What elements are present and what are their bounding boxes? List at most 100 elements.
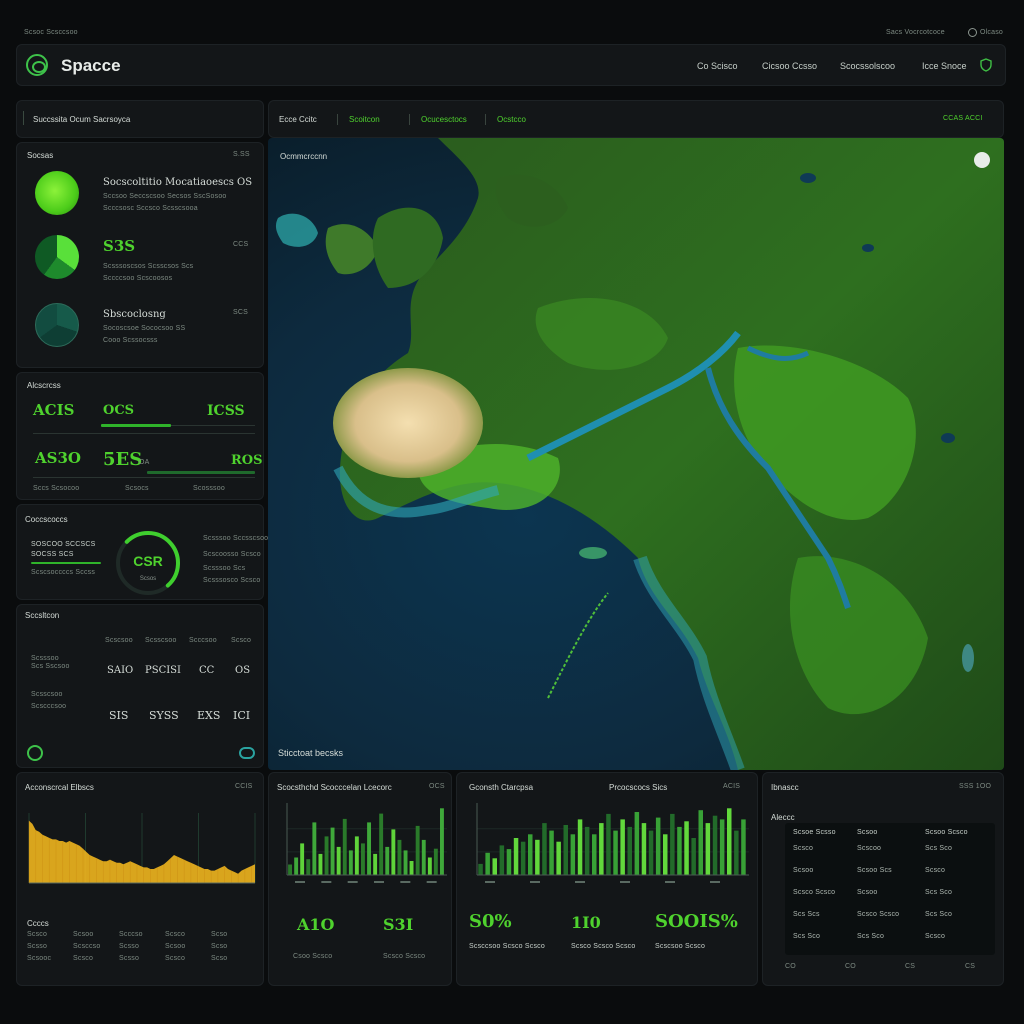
- right-table-cell: Scsoo Scs: [857, 867, 892, 874]
- bar: [478, 863, 483, 875]
- bar-tick: [426, 881, 437, 883]
- bar1-value-2: S3I: [383, 915, 414, 934]
- map-label-bottom: Sticctoat becsks: [278, 748, 344, 758]
- area-table-cell: Scso: [211, 955, 228, 962]
- metrics-title: Alcscrcss: [27, 381, 61, 390]
- bar: [599, 823, 604, 875]
- shield-icon[interactable]: [979, 58, 993, 72]
- tab-map-3[interactable]: Ocucesctocs: [421, 115, 467, 124]
- metric-1b: OCS: [103, 403, 135, 418]
- area-table-row: Scsooc Scsco Scsso Scsco Scso: [27, 955, 257, 967]
- nav-item-1[interactable]: Co Scisco: [697, 61, 738, 71]
- bar: [627, 826, 632, 875]
- right-table-header: Scsoo Scsco: [925, 829, 968, 836]
- bar: [348, 850, 353, 875]
- stats-row1-sub: Scs Sscsoo: [31, 663, 70, 670]
- bar: [641, 823, 647, 875]
- bar: [492, 858, 497, 875]
- map-canvas[interactable]: [268, 138, 1004, 770]
- area-table-cell: Scso: [211, 943, 228, 950]
- bar: [563, 825, 568, 875]
- bar: [528, 834, 533, 875]
- map-settings-icon[interactable]: [974, 152, 990, 168]
- bar: [535, 839, 540, 875]
- bar-tick: [400, 881, 411, 883]
- tab-map-1[interactable]: Ecce Ccitc: [279, 115, 317, 124]
- stats-col-1: Scscsoo: [105, 637, 133, 644]
- area-table-cell: Scsco: [165, 931, 186, 938]
- summary-item-2-sub1: Scsssoscsos Scsscsos Scs: [103, 263, 194, 270]
- user-icon[interactable]: [968, 28, 977, 37]
- refresh-icon[interactable]: [27, 745, 43, 761]
- bar2-sub-3: Scscsoo Scsco: [655, 943, 706, 950]
- bar: [288, 864, 292, 875]
- bar1-sub-2: Scsco Scsco: [383, 953, 426, 960]
- right-table-header: Scsoe Scsso: [793, 829, 836, 836]
- gauge-panel: Coccscoccs SOSCOO SCCSCS SOCSS SCS Scscs…: [16, 504, 268, 600]
- brand-title[interactable]: Spacce: [61, 56, 121, 76]
- bar: [698, 810, 703, 875]
- bar: [397, 839, 402, 875]
- map-label-top: Ocmmcrccnn: [280, 152, 328, 161]
- bar: [385, 846, 390, 875]
- area-table-cell: Scsso: [119, 943, 140, 950]
- gauge-title: Coccscoccs: [25, 515, 68, 524]
- area-chart-panel: Acconscrcal Elbscs CCIS Ccccs Scsco Scsoo…: [16, 772, 264, 986]
- area-table-cell: Scsccso: [73, 943, 101, 950]
- right-table-subtitle: Aleccc: [771, 813, 795, 822]
- bar-tick: [374, 881, 384, 883]
- bar: [549, 830, 554, 875]
- metric-foot-1: Sccs Scsocoo: [33, 485, 80, 492]
- toggle-icon[interactable]: [239, 747, 255, 759]
- metric-1a: ACIS: [33, 401, 75, 419]
- bar: [330, 827, 335, 875]
- stats-panel: Sccsltcon Scscsoo Scsscsoo Scccsoo Scsco…: [16, 604, 264, 768]
- bar2-value-1: S0%: [469, 911, 512, 932]
- bar: [513, 838, 519, 875]
- summary-item-1-sub2: Scccsosc Sccsco Scsscsooa: [103, 205, 198, 212]
- bar-tick: [321, 881, 332, 883]
- user-name[interactable]: Olcaso: [980, 29, 1003, 36]
- bar: [634, 812, 640, 875]
- bar2-sub-2: Scsco Scsco Scsco: [571, 943, 636, 950]
- area-table-cell: Scsco: [165, 955, 186, 962]
- nav-item-2[interactable]: Cicsoo Ccsso: [762, 61, 817, 71]
- right-table-cell: Scsoo: [793, 867, 814, 874]
- bar: [294, 857, 299, 875]
- bar: [427, 857, 432, 875]
- logo-icon[interactable]: [26, 54, 48, 76]
- bar: [318, 853, 323, 875]
- bar: [336, 846, 341, 875]
- nav-item-3[interactable]: Scocssolscoo: [840, 61, 895, 71]
- bar: [570, 834, 576, 875]
- bar: [373, 853, 378, 875]
- stats-r2-c3: EXS: [197, 709, 221, 722]
- metric-2a: AS3O: [35, 449, 81, 467]
- bar-tick: [575, 881, 585, 883]
- left-tab-label[interactable]: Succssita Ocum Sacrsoyca: [33, 115, 130, 124]
- bar: [684, 821, 689, 875]
- right-table-cell: Scs Sco: [925, 845, 953, 852]
- gauge-left-bar: [31, 562, 101, 564]
- stats-r1-c1: SAIO: [107, 665, 134, 676]
- tab-divider: [23, 111, 24, 125]
- bar: [421, 839, 426, 875]
- tab-map-4[interactable]: Ocstcco: [497, 115, 526, 124]
- stats-r1-c4: OS: [235, 665, 251, 676]
- bar-chart-1: [286, 803, 447, 883]
- tab-map-2[interactable]: Scoitcon: [349, 115, 380, 124]
- summary-item-3-badge: SCS: [233, 309, 248, 316]
- metric-1c: ICSS: [207, 403, 245, 419]
- bar-tick: [665, 881, 675, 883]
- bar: [606, 813, 611, 875]
- bar: [440, 808, 444, 875]
- bar: [670, 813, 675, 875]
- satellite-map[interactable]: Ocmmcrccnn Sticctoat becsks: [268, 138, 1004, 770]
- right-table-cell: Scs Sco: [857, 933, 885, 940]
- bar-chart-2: [476, 803, 749, 883]
- area-table-cell: Scccso: [119, 931, 143, 938]
- bar-tick: [347, 881, 358, 883]
- nav-item-4[interactable]: Icce Snoce: [922, 61, 967, 71]
- bar: [727, 808, 732, 875]
- toolbar-right-label[interactable]: CCAS ACCI: [943, 115, 983, 122]
